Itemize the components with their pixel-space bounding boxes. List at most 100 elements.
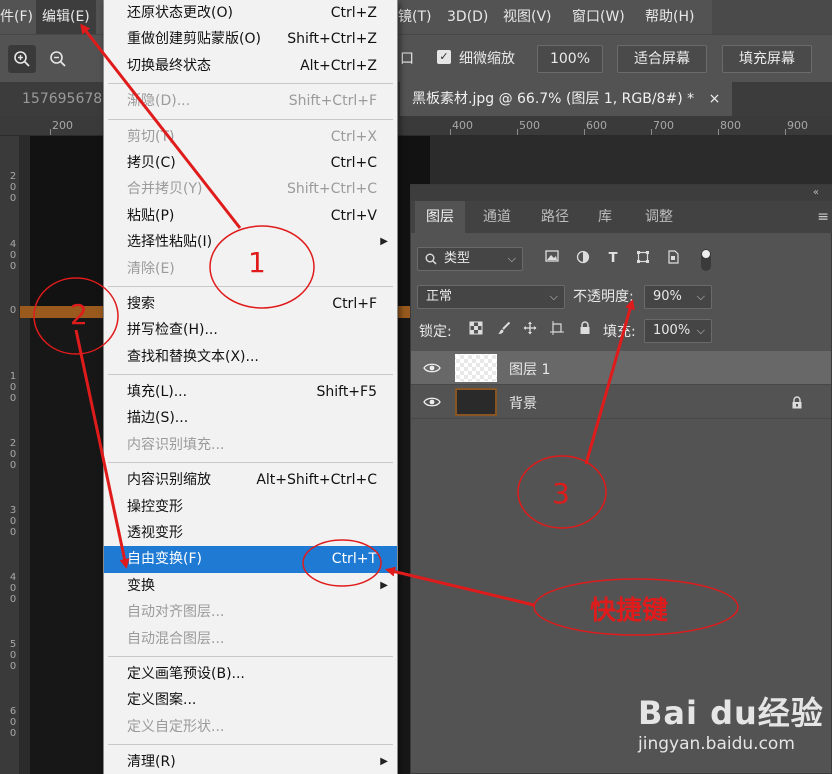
edit-menu-dropdown: 还原状态更改(O) Ctrl+Z 重做创建剪贴蒙版(O) Shift+Ctrl+Z …: [103, 0, 398, 774]
menu-separator: [104, 282, 397, 291]
tab-libraries[interactable]: 库: [585, 201, 625, 233]
submenu-arrow-icon: ▶: [380, 236, 388, 248]
tab-adjustments[interactable]: 调整: [631, 201, 687, 233]
menu-item-define-pattern[interactable]: 定义图案...: [104, 687, 397, 713]
menu-item-puppet-warp[interactable]: 操控变形: [104, 494, 397, 520]
text-filter-icon[interactable]: T: [604, 250, 622, 268]
menu-help[interactable]: 帮助(H): [645, 0, 694, 34]
menu-item-label: 描边(S)...: [127, 410, 189, 427]
collapse-panel-icon[interactable]: «: [813, 185, 819, 201]
baidu-jingyan-watermark: Bai du经验 jingyan.baidu.com: [638, 688, 828, 768]
menu-item-define-brush[interactable]: 定义画笔预设(B)...: [104, 661, 397, 687]
ruler-label: 2: [9, 171, 17, 182]
window-controls: [712, 0, 832, 34]
blend-mode-select[interactable]: 正常 ⌵: [417, 285, 565, 309]
fill-screen-button[interactable]: 填充屏幕: [722, 45, 812, 73]
layer-thumbnail: [455, 354, 497, 382]
ruler-tick: [785, 129, 786, 135]
shape-filter-icon[interactable]: [634, 250, 652, 268]
ruler-label: 0: [9, 382, 17, 393]
menu-item-cut[interactable]: 剪切(T) Ctrl+X: [104, 124, 397, 150]
lock-artboard-icon[interactable]: [548, 321, 566, 339]
menu-item-label: 拼写检查(H)...: [127, 322, 218, 339]
panel-menu-icon[interactable]: ≡: [817, 201, 829, 233]
menu-file[interactable]: 件(F): [0, 0, 33, 34]
watermark-brand: Bai du经验: [638, 694, 824, 732]
menu-item-label: 变换: [127, 577, 155, 594]
menu-edit[interactable]: 编辑(E): [36, 0, 96, 34]
menu-window[interactable]: 窗口(W): [572, 0, 625, 34]
eye-visibility-icon[interactable]: [423, 396, 441, 408]
fine-zoom-checkbox[interactable]: ✓: [437, 50, 451, 64]
menu-item-fade[interactable]: 渐隐(D)... Shift+Ctrl+F: [104, 88, 397, 114]
menu-item-paste[interactable]: 粘贴(P) Ctrl+V: [104, 203, 397, 229]
filter-toggle[interactable]: [701, 249, 711, 271]
menu-item-free-transform[interactable]: 自由变换(F) Ctrl+T: [104, 546, 397, 573]
menu-filter[interactable]: 镜(T): [398, 0, 431, 34]
tab-channels[interactable]: 通道: [469, 201, 525, 233]
lock-label: 锁定:: [419, 324, 452, 340]
menu-item-auto-blend[interactable]: 自动混合图层...: [104, 626, 397, 652]
menu-item-define-shape[interactable]: 定义自定形状...: [104, 714, 397, 740]
menu-item-label: 填充(L)...: [127, 384, 188, 401]
ruler-label: 2: [9, 438, 17, 449]
lock-all-icon[interactable]: [576, 321, 594, 339]
menu-item-label: 自动混合图层...: [127, 630, 225, 647]
layer-row-background[interactable]: 背景: [411, 385, 831, 419]
zoom-value-field[interactable]: 100%: [537, 45, 603, 73]
menu-item-auto-align[interactable]: 自动对齐图层...: [104, 599, 397, 625]
menu-item-label: 清除(E): [127, 260, 175, 277]
menu-item-find-replace[interactable]: 查找和替换文本(X)...: [104, 344, 397, 370]
menu-view[interactable]: 视图(V): [503, 0, 552, 34]
tab-close-icon[interactable]: ×: [709, 91, 721, 107]
menu-separator: [104, 370, 397, 379]
opacity-field[interactable]: 90% ⌵: [644, 285, 712, 309]
menu-item-copy-merged[interactable]: 合并拷贝(Y) Shift+Ctrl+C: [104, 176, 397, 202]
menu-3d[interactable]: 3D(D): [447, 0, 488, 34]
menu-item-shortcut: Shift+Ctrl+F: [288, 93, 377, 110]
layer-name: 背景: [509, 396, 537, 412]
tab-layers[interactable]: 图层: [415, 201, 465, 233]
zoom-out-icon[interactable]: [44, 45, 72, 73]
fill-field[interactable]: 100% ⌵: [644, 319, 712, 343]
tab-document-active[interactable]: 黑板素材.jpg @ 66.7% (图层 1, RGB/8#) * ×: [400, 82, 733, 116]
menu-item-label: 定义图案...: [127, 692, 197, 709]
menu-item-stroke[interactable]: 描边(S)...: [104, 405, 397, 431]
menu-item-purge[interactable]: 清理(R) ▶: [104, 749, 397, 774]
menu-item-spell-check[interactable]: 拼写检查(H)...: [104, 317, 397, 343]
menu-item-content-aware-fill[interactable]: 内容识别填充...: [104, 432, 397, 458]
ruler-label: 0: [9, 193, 17, 204]
lock-position-move-icon[interactable]: [521, 321, 539, 339]
menu-item-label: 选择性粘贴(I): [127, 234, 213, 251]
ruler-label: 0: [9, 661, 17, 672]
menu-item-perspective-warp[interactable]: 透视变形: [104, 520, 397, 546]
eye-visibility-icon[interactable]: [423, 362, 441, 374]
ruler-label: 5: [9, 639, 17, 650]
menu-item-shortcut: Alt+Ctrl+Z: [300, 57, 377, 74]
menu-item-shortcut: Ctrl+T: [331, 551, 377, 568]
lock-pixels-brush-icon[interactable]: [495, 321, 513, 339]
fit-screen-button[interactable]: 适合屏幕: [617, 45, 707, 73]
layer-filter-select[interactable]: 类型 ⌵: [417, 247, 523, 271]
ruler-label: 0: [9, 527, 17, 538]
menu-item-search[interactable]: 搜索 Ctrl+F: [104, 291, 397, 317]
zoom-in-icon[interactable]: [8, 45, 36, 73]
menu-item-copy[interactable]: 拷贝(C) Ctrl+C: [104, 150, 397, 176]
menu-item-fill[interactable]: 填充(L)... Shift+F5: [104, 379, 397, 405]
tab-paths[interactable]: 路径: [527, 201, 583, 233]
menu-item-redo[interactable]: 重做创建剪贴蒙版(O) Shift+Ctrl+Z: [104, 26, 397, 52]
menu-item-label: 还原状态更改(O): [127, 5, 233, 21]
image-filter-icon[interactable]: [543, 250, 561, 268]
smart-object-filter-icon[interactable]: [664, 250, 682, 268]
menu-item-label: 搜索: [127, 295, 155, 312]
ruler-tick: [450, 129, 451, 135]
menu-item-undo[interactable]: 还原状态更改(O) Ctrl+Z: [104, 0, 397, 26]
menu-item-label: 定义画笔预设(B)...: [127, 665, 245, 682]
menu-item-transform[interactable]: 变换 ▶: [104, 573, 397, 599]
filter-kind-label: 类型: [444, 251, 471, 266]
adjustment-filter-icon[interactable]: [574, 250, 592, 268]
menu-item-toggle-last-state[interactable]: 切换最终状态 Alt+Ctrl+Z: [104, 53, 397, 79]
layer-row-layer-1[interactable]: 图层 1: [411, 351, 831, 385]
lock-transparent-icon[interactable]: [467, 321, 485, 339]
menu-item-content-aware-scale[interactable]: 内容识别缩放 Alt+Shift+Ctrl+C: [104, 467, 397, 493]
